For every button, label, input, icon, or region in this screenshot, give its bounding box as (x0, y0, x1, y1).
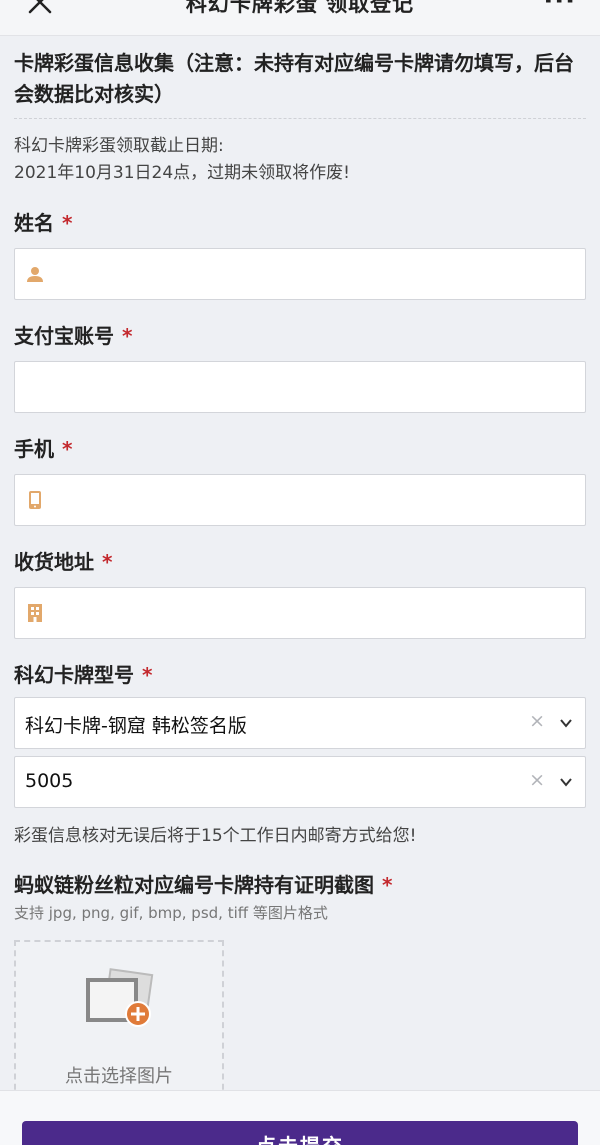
deadline-text: 科幻卡牌彩蛋领取截止日期: 2021年10月31日24点，过期未领取将作废! (14, 133, 586, 187)
address-input[interactable] (14, 587, 586, 639)
alipay-input[interactable] (14, 361, 586, 413)
phone-label: 手机 * (14, 437, 73, 461)
phone-field-group: 手机 * (14, 436, 586, 526)
submit-button[interactable]: 点击提交 (22, 1121, 578, 1145)
card-number-select-value: 5005 (25, 770, 74, 792)
alipay-field-group: 支付宝账号 * (14, 323, 586, 413)
required-mark: * (62, 211, 73, 235)
bottom-bar: 点击提交 (0, 1090, 600, 1145)
building-icon (28, 604, 42, 622)
required-mark: * (122, 324, 133, 348)
more-button[interactable]: ··· (543, 0, 576, 16)
alipay-label: 支付宝账号 * (14, 324, 133, 348)
address-label: 收货地址 * (14, 550, 113, 574)
notice-text: 卡牌彩蛋信息收集（注意：未持有对应编号卡牌请勿填写，后台会数据比对核实） (14, 36, 586, 119)
clear-icon[interactable]: × (529, 710, 545, 732)
card-number-select[interactable]: 5005 × (14, 756, 586, 808)
required-mark: * (102, 550, 113, 574)
chevron-down-icon[interactable] (559, 775, 573, 789)
name-field-group: 姓名 * (14, 210, 586, 300)
person-icon (27, 267, 43, 282)
upload-label: 蚂蚁链粉丝粒对应编号卡牌持有证明截图 * (14, 873, 393, 897)
form: 卡牌彩蛋信息收集（注意：未持有对应编号卡牌请勿填写，后台会数据比对核实） 科幻卡… (14, 36, 586, 1100)
card-model-select-value: 科幻卡牌-钢窟 韩松签名版 (25, 715, 247, 737)
required-mark: * (382, 873, 393, 897)
address-field-group: 收货地址 * (14, 549, 586, 639)
required-mark: * (62, 437, 73, 461)
upload-field-group: 蚂蚁链粉丝粒对应编号卡牌持有证明截图 * 支持 jpg, png, gif, bm… (14, 872, 586, 1100)
name-label: 姓名 * (14, 211, 73, 235)
clear-icon[interactable]: × (529, 769, 545, 791)
phone-input[interactable] (14, 474, 586, 526)
card-model-select[interactable]: 科幻卡牌-钢窟 韩松签名版 × (14, 697, 586, 749)
card-model-field-group: 科幻卡牌型号 * 科幻卡牌-钢窟 韩松签名版 × 5005 × (14, 662, 586, 808)
top-bar: 科幻卡牌彩蛋 领取登记 ··· (0, 0, 600, 36)
deadline-line2: 2021年10月31日24点，过期未领取将作废! (14, 163, 350, 183)
name-input[interactable] (14, 248, 586, 300)
deadline-line1: 科幻卡牌彩蛋领取截止日期: (14, 136, 224, 156)
image-upload-icon (86, 968, 154, 1027)
mail-hint: 彩蛋信息核对无误后将于15个工作日内邮寄方式给您! (14, 826, 417, 846)
phone-icon (29, 491, 41, 509)
required-mark: * (142, 663, 153, 687)
card-model-label: 科幻卡牌型号 * (14, 663, 153, 687)
upload-button[interactable]: 点击选择图片 (14, 940, 224, 1100)
upload-format-hint: 支持 jpg, png, gif, bmp, psd, tiff 等图片格式 (14, 904, 328, 922)
chevron-down-icon[interactable] (559, 716, 573, 730)
upload-button-text: 点击选择图片 (65, 1066, 173, 1087)
page-title: 科幻卡牌彩蛋 领取登记 (185, 0, 415, 16)
